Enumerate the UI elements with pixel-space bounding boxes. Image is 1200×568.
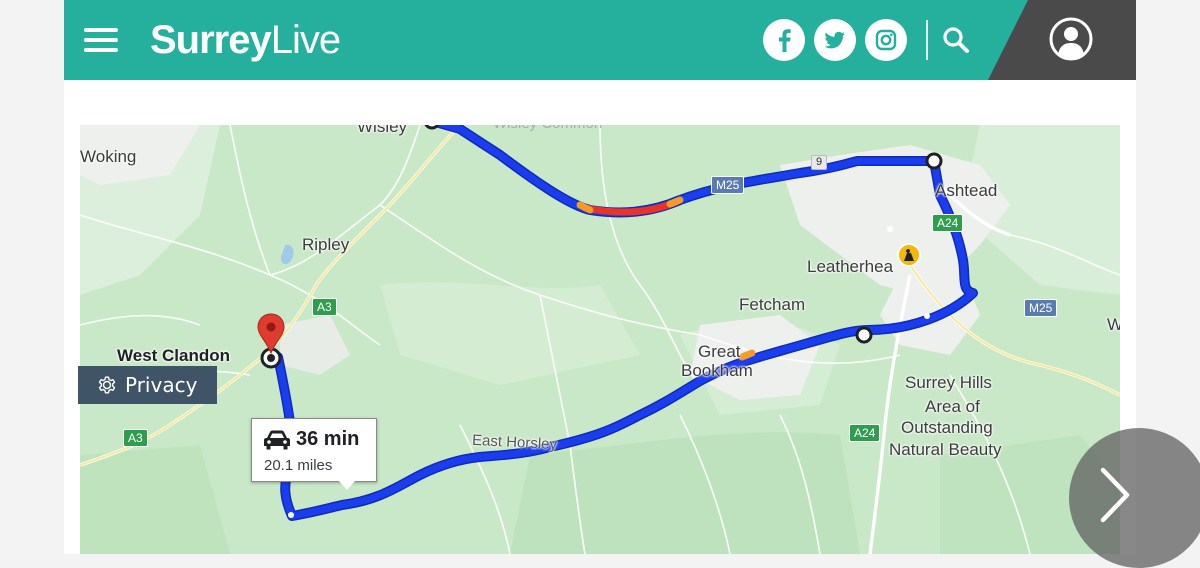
header-divider xyxy=(926,20,928,60)
site-header: SurreyLive xyxy=(64,0,1136,80)
place-label-ashtead: Ashtead xyxy=(935,181,998,200)
road-shield-a24-top: A24 xyxy=(932,214,964,232)
article-page: SurreyLive Wisley Woking Ripley Ashtead … xyxy=(64,0,1136,554)
privacy-settings-button[interactable]: Privacy xyxy=(78,366,217,404)
place-label-great: Great xyxy=(698,342,741,361)
place-label-wisley: Wisley xyxy=(357,125,408,136)
aonb-label-line2: Area of xyxy=(925,397,980,416)
aonb-label-line1: Surrey Hills xyxy=(905,373,992,392)
roadworks-warning-icon xyxy=(897,243,921,267)
place-label-west-clandon: West Clandon xyxy=(117,346,231,365)
place-label-bookham: Bookham xyxy=(681,361,753,380)
road-shield-m25-right: M25 xyxy=(1024,299,1058,317)
user-account-button[interactable] xyxy=(988,0,1136,80)
junction-number: 9 xyxy=(811,155,828,170)
logo-light-text: Live xyxy=(270,18,341,62)
road-shield-a3-left: A3 xyxy=(123,429,148,447)
place-label-woking: Woking xyxy=(80,147,137,166)
logo-bold-text: Surrey xyxy=(150,18,272,62)
road-shield-a3-top: A3 xyxy=(312,298,337,316)
svg-text:Wisley Common: Wisley Common xyxy=(493,125,602,132)
route-time: 36 min xyxy=(296,428,360,450)
user-account-icon xyxy=(1049,17,1093,61)
site-logo[interactable]: SurreyLive xyxy=(150,18,341,62)
twitter-icon[interactable] xyxy=(814,19,856,61)
route-info-card[interactable]: 36 min 20.1 miles xyxy=(251,418,377,482)
facebook-icon[interactable] xyxy=(763,19,805,61)
route-distance: 20.1 miles xyxy=(264,457,333,474)
route-map[interactable]: Wisley Common Wisley Woking Ripley Ashte… xyxy=(80,125,1120,554)
search-icon[interactable] xyxy=(938,22,974,58)
privacy-label: Privacy xyxy=(125,373,198,397)
next-slide-button[interactable] xyxy=(1069,428,1200,568)
instagram-icon[interactable] xyxy=(865,19,907,61)
place-label-fetcham: Fetcham xyxy=(739,295,806,314)
gear-icon xyxy=(98,376,116,394)
hamburger-menu-icon[interactable] xyxy=(84,28,118,52)
car-icon xyxy=(264,430,290,450)
place-label-edge: W xyxy=(1107,315,1120,334)
road-shield-m25-top: M25 xyxy=(711,176,745,194)
place-label-ripley: Ripley xyxy=(302,235,350,254)
aonb-label-line3: Outstanding xyxy=(901,418,993,437)
place-label-leatherhead: Leatherhea xyxy=(807,257,894,276)
route-info-pointer xyxy=(338,480,356,490)
road-shield-a24-bottom: A24 xyxy=(849,424,881,442)
aonb-label-line4: Natural Beauty xyxy=(889,440,1002,459)
chevron-right-icon xyxy=(1100,467,1130,523)
